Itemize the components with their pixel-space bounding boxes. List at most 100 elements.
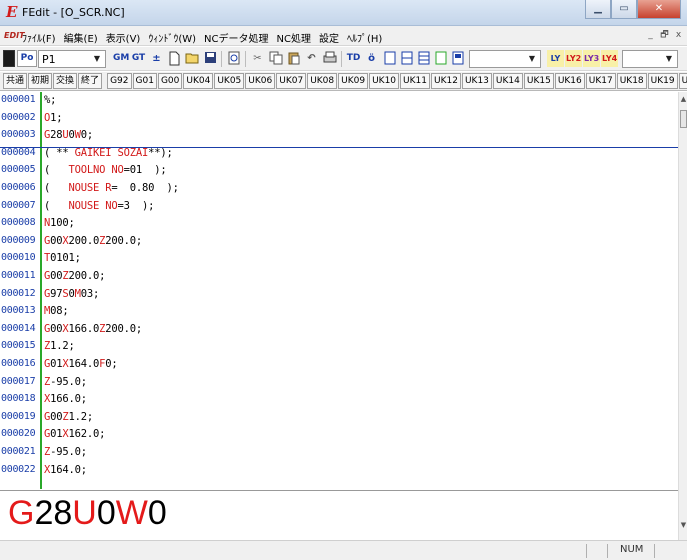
box-tool-5-icon[interactable] — [449, 50, 466, 67]
undo-icon[interactable]: ↶ — [303, 50, 320, 67]
box-tool-2-icon[interactable] — [398, 50, 415, 67]
code-line[interactable]: 000007 ( NOUSE NO=3 ); — [0, 199, 678, 215]
function-button-21[interactable]: UK18 — [616, 73, 647, 89]
code-line[interactable]: 000002 O1; — [0, 111, 678, 127]
chevron-down-icon[interactable]: ▼ — [525, 52, 539, 66]
layer-color-1-button[interactable]: LY — [547, 50, 564, 67]
code-line[interactable]: 000016 G01X164.0F0; — [0, 357, 678, 373]
code-line[interactable]: 000011 G00Z200.0; — [0, 269, 678, 285]
rect-select-icon[interactable] — [3, 50, 15, 67]
menu-item-4[interactable]: NCデータ処理 — [204, 30, 268, 45]
new-file-icon[interactable] — [166, 50, 183, 67]
port-combo[interactable]: P1 ▼ — [38, 50, 106, 68]
function-button-10[interactable]: UK07 — [276, 73, 307, 89]
function-button-5[interactable]: G01 — [132, 73, 157, 89]
menu-item-2[interactable]: 表示(V) — [106, 30, 141, 45]
close-button[interactable]: ✕ — [637, 0, 681, 19]
toolbar-combo-2[interactable]: ▼ — [469, 50, 541, 68]
cut-icon[interactable]: ✂ — [249, 50, 266, 67]
gm-button[interactable]: GM — [112, 50, 129, 67]
open-folder-icon[interactable] — [184, 50, 201, 67]
function-button-16[interactable]: UK13 — [461, 73, 492, 89]
function-button-20[interactable]: UK17 — [585, 73, 616, 89]
function-button-8[interactable]: UK05 — [214, 73, 245, 89]
plus-minus-button[interactable]: ± — [148, 50, 165, 67]
chevron-down-icon[interactable]: ▼ — [90, 52, 104, 66]
menu-item-0[interactable]: ﾌｧｲﾙ(F) — [22, 30, 56, 45]
maximize-button[interactable]: ▭ — [611, 0, 637, 19]
code-line[interactable]: 000009 G00X200.0Z200.0; — [0, 234, 678, 250]
mdi-close-button[interactable]: x — [672, 29, 685, 42]
mdi-restore-button[interactable]: 🗗 — [658, 29, 671, 42]
function-button-23[interactable]: UK20 — [678, 73, 687, 89]
function-button-7[interactable]: UK04 — [183, 73, 214, 89]
code-editor[interactable]: 000001%; 000002 O1; 000003 G28U0W0; 000004 ( *… — [0, 92, 678, 489]
function-button-3[interactable]: 終了 — [78, 73, 103, 89]
menu-item-1[interactable]: 編集(E) — [64, 30, 98, 45]
port-button[interactable]: Po — [17, 50, 37, 67]
box-tool-3-icon[interactable] — [415, 50, 432, 67]
menu-item-5[interactable]: NC処理 — [277, 30, 311, 45]
print-icon[interactable] — [321, 50, 338, 67]
document-menu-icon[interactable]: EDIT — [4, 31, 25, 41]
menu-item-6[interactable]: 設定 — [319, 30, 339, 45]
chevron-down-icon[interactable]: ▼ — [662, 52, 676, 66]
mdi-minimize-button[interactable]: _ — [644, 29, 657, 42]
paste-icon[interactable] — [285, 50, 302, 67]
code-line[interactable]: 000005 ( TOOLNO NO=01 ); — [0, 163, 678, 179]
vertical-scrollbar[interactable]: ▲ ▼ — [678, 92, 687, 540]
function-button-2[interactable]: 交換 — [53, 73, 78, 89]
code-line[interactable]: 000019 G00Z1.2; — [0, 410, 678, 426]
function-button-13[interactable]: UK10 — [369, 73, 400, 89]
code-line[interactable]: 000013 M08; — [0, 304, 678, 320]
line-code: G00X200.0Z200.0; — [44, 234, 142, 247]
minimize-button[interactable]: ▁ — [585, 0, 611, 19]
save-icon[interactable] — [202, 50, 219, 67]
line-number: 000008 — [1, 217, 36, 229]
code-line[interactable]: 000006 ( NOUSE R= 0.80 ); — [0, 181, 678, 197]
function-button-4[interactable]: G92 — [107, 73, 132, 89]
print-preview-icon[interactable] — [225, 50, 242, 67]
code-line[interactable]: 000001%; — [0, 93, 678, 109]
box-tool-4-icon[interactable] — [432, 50, 449, 67]
toolbar-combo-3[interactable]: ▼ — [622, 50, 678, 68]
function-button-15[interactable]: UK12 — [431, 73, 461, 89]
layer-color-2-button[interactable]: LY2 — [565, 50, 582, 67]
function-button-1[interactable]: 初期 — [28, 73, 53, 89]
code-line[interactable]: 000020 G01X162.0; — [0, 427, 678, 443]
scroll-up-icon[interactable]: ▲ — [679, 94, 687, 104]
function-button-11[interactable]: UK08 — [307, 73, 338, 89]
layer-color-4-button[interactable]: LY4 — [601, 50, 618, 67]
scroll-down-icon[interactable]: ▼ — [679, 520, 687, 530]
scroll-thumb[interactable] — [680, 110, 687, 128]
menu-item-3[interactable]: ｳｨﾝﾄﾞｳ(W) — [148, 30, 196, 45]
function-button-12[interactable]: UK09 — [338, 73, 369, 89]
function-button-18[interactable]: UK15 — [523, 73, 554, 89]
code-line[interactable]: 000004 ( ** GAIKEI SOZAI**); — [0, 146, 678, 162]
code-line[interactable]: 000018 X166.0; — [0, 392, 678, 408]
code-line[interactable]: 000021 Z-95.0; — [0, 445, 678, 461]
code-line[interactable]: 000008 N100; — [0, 216, 678, 232]
function-button-14[interactable]: UK11 — [400, 73, 430, 89]
layer-color-3-button[interactable]: LY3 — [583, 50, 600, 67]
code-line[interactable]: 000015 Z1.2; — [0, 339, 678, 355]
code-line[interactable]: 000017 Z-95.0; — [0, 375, 678, 391]
function-button-17[interactable]: UK14 — [492, 73, 523, 89]
gt-button[interactable]: GT — [130, 50, 147, 67]
code-line[interactable]: 000003 G28U0W0; — [0, 128, 678, 144]
code-line[interactable]: 000012 G97S0M03; — [0, 287, 678, 303]
o-umlaut-button[interactable]: ö — [363, 50, 380, 67]
copy-icon[interactable] — [267, 50, 284, 67]
td-button[interactable]: TD — [345, 50, 362, 67]
function-button-6[interactable]: G00 — [157, 73, 183, 89]
function-button-0[interactable]: 共通 — [3, 73, 28, 89]
menu-item-7[interactable]: ﾍﾙﾌﾟ(H) — [347, 30, 382, 45]
function-button-22[interactable]: UK19 — [647, 73, 678, 89]
function-button-19[interactable]: UK16 — [554, 73, 585, 89]
function-button-row: 共通 初期 交換 終了 G92 G01 G00 UK04 UK05 UK06 UK07 UK08 UK0… — [3, 73, 687, 89]
box-tool-1-icon[interactable] — [381, 50, 398, 67]
code-line[interactable]: 000014 G00X166.0Z200.0; — [0, 322, 678, 338]
function-button-9[interactable]: UK06 — [245, 73, 276, 89]
code-line[interactable]: 000022 X164.0; — [0, 463, 678, 479]
code-line[interactable]: 000010 T0101; — [0, 251, 678, 267]
